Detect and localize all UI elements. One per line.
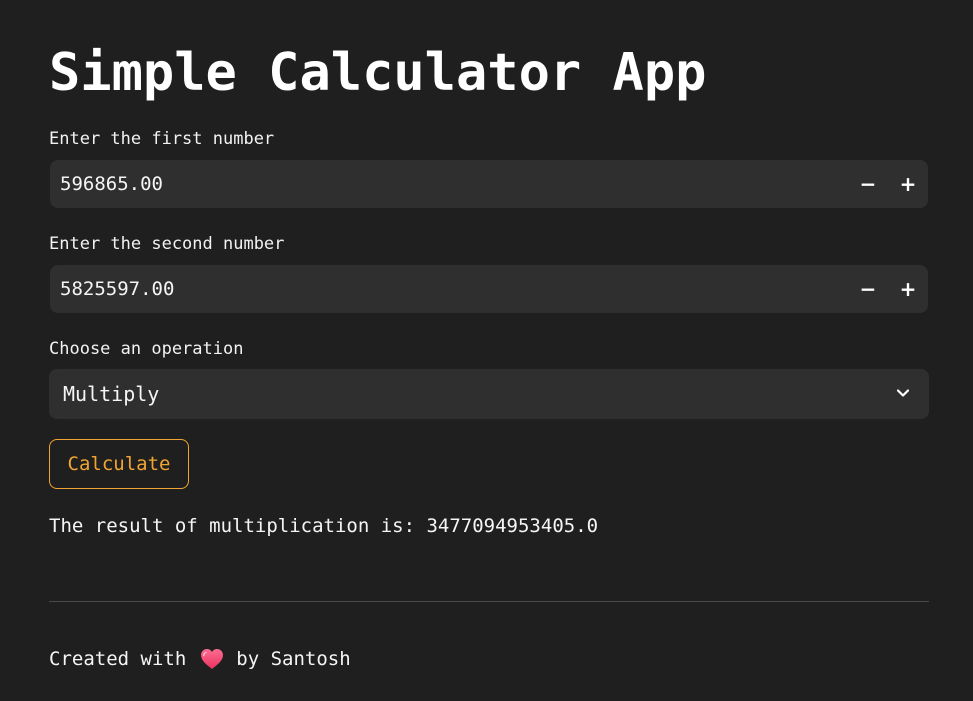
first-number-label: Enter the first number — [49, 129, 275, 149]
chevron-down-icon — [896, 389, 910, 397]
operation-label: Choose an operation — [49, 339, 244, 359]
second-number-label: Enter the second number — [49, 234, 285, 254]
calculate-button[interactable]: Calculate — [49, 439, 189, 489]
result-text: The result of multiplication is: 3477094… — [49, 515, 599, 537]
page-title: Simple Calculator App — [49, 43, 707, 103]
footer-suffix: by Santosh — [236, 648, 351, 670]
heart-icon — [201, 649, 224, 669]
first-number-field: − + — [50, 160, 928, 208]
first-number-decrement-button[interactable]: − — [848, 160, 888, 208]
second-number-increment-button[interactable]: + — [888, 265, 928, 313]
second-number-field: − + — [50, 265, 928, 313]
calculator-app: Simple Calculator App Enter the first nu… — [0, 0, 973, 701]
operation-select[interactable]: Multiply — [49, 369, 929, 419]
divider — [49, 601, 929, 602]
first-number-input[interactable] — [50, 160, 840, 208]
second-number-decrement-button[interactable]: − — [848, 265, 888, 313]
second-number-input[interactable] — [50, 265, 840, 313]
footer: Created with by Santosh — [49, 647, 351, 671]
first-number-increment-button[interactable]: + — [888, 160, 928, 208]
footer-prefix: Created with — [49, 648, 187, 670]
operation-selected-value: Multiply — [63, 382, 160, 406]
